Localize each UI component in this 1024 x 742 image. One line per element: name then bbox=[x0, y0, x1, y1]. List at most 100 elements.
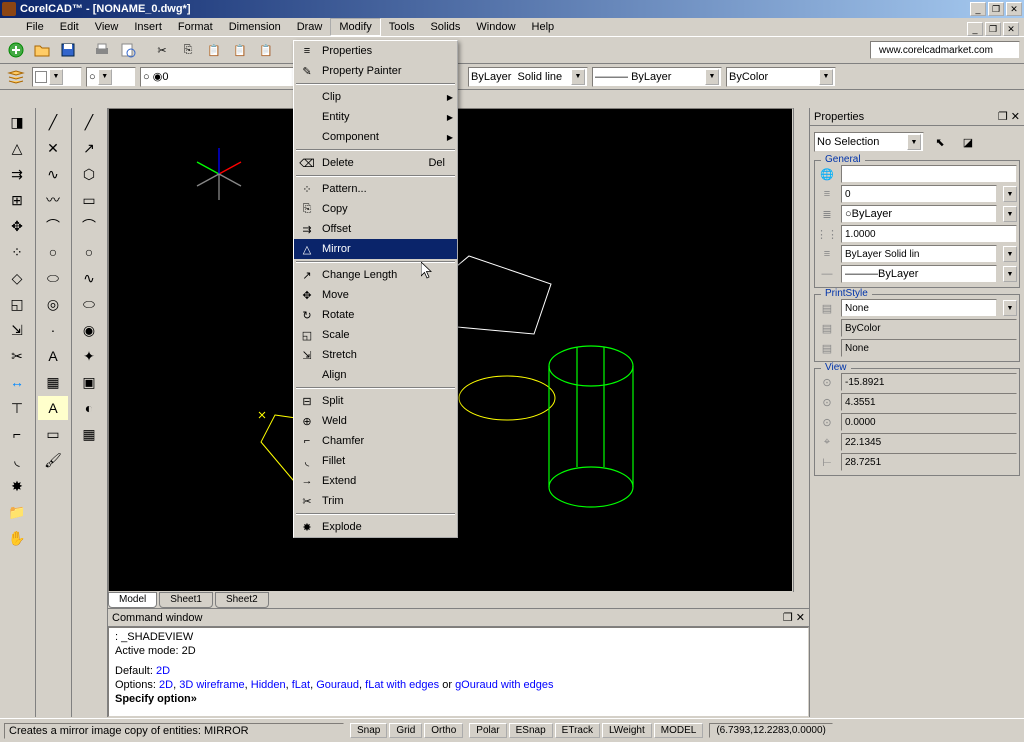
restore-button[interactable]: ❐ bbox=[988, 2, 1004, 16]
pick-button[interactable]: ⬉ bbox=[928, 130, 952, 154]
vertical-scrollbar[interactable] bbox=[793, 108, 809, 592]
line2-tool[interactable]: ╱ bbox=[74, 110, 104, 134]
mtext-tool[interactable]: A bbox=[38, 396, 68, 420]
menu-item-component[interactable]: Component▶ bbox=[294, 127, 457, 147]
chamfer-tool[interactable]: ⌐ bbox=[2, 422, 32, 446]
menu-item-extend[interactable]: →Extend bbox=[294, 471, 457, 491]
point-tool[interactable]: · bbox=[38, 318, 68, 342]
menu-item-trim[interactable]: ✂Trim bbox=[294, 491, 457, 511]
menu-tools[interactable]: Tools bbox=[381, 19, 423, 35]
menu-window[interactable]: Window bbox=[468, 19, 523, 35]
properties-undock-icon[interactable]: ❐ bbox=[998, 110, 1008, 123]
array-tool[interactable]: ⁘ bbox=[2, 240, 32, 264]
new-button[interactable] bbox=[4, 38, 28, 62]
ring-tool[interactable]: ◎ bbox=[38, 292, 68, 316]
extend-tool[interactable]: ↔ bbox=[2, 370, 32, 394]
menu-item-split[interactable]: ⊟Split bbox=[294, 391, 457, 411]
copy-button[interactable]: ⎘ bbox=[176, 38, 200, 62]
command-close-icon[interactable]: ✕ bbox=[796, 611, 805, 624]
linetype-combo-2[interactable]: ——— ByLayer▼ bbox=[592, 67, 722, 87]
menu-dimension[interactable]: Dimension bbox=[221, 19, 289, 35]
url-box[interactable]: www.corelcadmarket.com bbox=[870, 41, 1020, 59]
mirror-tool[interactable]: △ bbox=[2, 136, 32, 160]
properties-close-icon[interactable]: ✕ bbox=[1011, 110, 1020, 123]
minimize-button[interactable]: _ bbox=[970, 2, 986, 16]
layer-field[interactable]: 0 bbox=[841, 185, 997, 203]
rotate-tool[interactable]: ◇ bbox=[2, 266, 32, 290]
ellipse2-tool[interactable]: ⬭ bbox=[74, 292, 104, 316]
stretch-tool[interactable]: ⇲ bbox=[2, 318, 32, 342]
menu-item-delete[interactable]: ⌫DeleteDel bbox=[294, 153, 457, 173]
hand-tool[interactable]: ✋ bbox=[2, 526, 32, 550]
rectangle-tool[interactable]: ▭ bbox=[74, 188, 104, 212]
scale-tool[interactable]: ◱ bbox=[2, 292, 32, 316]
paste-button-3[interactable]: 📋 bbox=[254, 38, 278, 62]
mdi-close-button[interactable]: ✕ bbox=[1003, 22, 1019, 36]
menu-solids[interactable]: Solids bbox=[422, 19, 468, 35]
offset-tool[interactable]: ⇉ bbox=[2, 162, 32, 186]
command-undock-icon[interactable]: ❐ bbox=[783, 611, 793, 624]
folder-tool[interactable]: 📁 bbox=[2, 500, 32, 524]
menu-edit[interactable]: Edit bbox=[52, 19, 87, 35]
model-toggle[interactable]: MODEL bbox=[654, 723, 704, 738]
etrack-toggle[interactable]: ETrack bbox=[555, 723, 600, 738]
menu-draw[interactable]: Draw bbox=[289, 19, 331, 35]
menu-item-chamfer[interactable]: ⌐Chamfer bbox=[294, 431, 457, 451]
arc2-tool[interactable]: ⌒ bbox=[74, 214, 104, 238]
print-button[interactable] bbox=[90, 38, 114, 62]
menu-file[interactable]: File bbox=[18, 19, 52, 35]
xline-tool[interactable]: ✕ bbox=[38, 136, 68, 160]
menu-item-scale[interactable]: ◱Scale bbox=[294, 325, 457, 345]
eraser-tool[interactable]: ◨ bbox=[2, 110, 32, 134]
mdi-minimize-button[interactable]: _ bbox=[967, 22, 983, 36]
tab-model[interactable]: Model bbox=[108, 592, 157, 608]
paste-button-2[interactable]: 📋 bbox=[228, 38, 252, 62]
horizontal-scrollbar[interactable] bbox=[271, 592, 809, 608]
move-tool[interactable]: ✥ bbox=[2, 214, 32, 238]
circle-tool[interactable]: ○ bbox=[38, 240, 68, 264]
spline-tool[interactable]: 〰 bbox=[38, 188, 68, 212]
menu-item-clip[interactable]: Clip▶ bbox=[294, 87, 457, 107]
menu-item-align[interactable]: Align bbox=[294, 365, 457, 385]
hatch-tool[interactable]: ▦ bbox=[38, 370, 68, 394]
menu-item-rotate[interactable]: ↻Rotate bbox=[294, 305, 457, 325]
ps-style-field[interactable]: None bbox=[841, 299, 997, 317]
ortho-toggle[interactable]: Ortho bbox=[424, 723, 463, 738]
open-button[interactable] bbox=[30, 38, 54, 62]
menu-item-mirror[interactable]: △Mirror bbox=[294, 239, 457, 259]
arc-tool[interactable]: ⌒ bbox=[38, 214, 68, 238]
polyline-tool[interactable]: ∿ bbox=[38, 162, 68, 186]
print-preview-button[interactable] bbox=[116, 38, 140, 62]
lineweight-field[interactable]: ByLayer Solid lin bbox=[841, 245, 997, 263]
polygon-tool[interactable]: ⬡ bbox=[74, 162, 104, 186]
tab-sheet2[interactable]: Sheet2 bbox=[215, 592, 269, 608]
menu-item-entity[interactable]: Entity▶ bbox=[294, 107, 457, 127]
menu-insert[interactable]: Insert bbox=[126, 19, 170, 35]
linetype-combo-3[interactable]: ByColor▼ bbox=[726, 67, 836, 87]
color-field[interactable] bbox=[841, 165, 1017, 183]
paste-button[interactable]: 📋 bbox=[202, 38, 226, 62]
linetype-combo-1[interactable]: ByLayer Solid line▼ bbox=[468, 67, 588, 87]
menu-format[interactable]: Format bbox=[170, 19, 221, 35]
hatch2-tool[interactable]: ▦ bbox=[74, 422, 104, 446]
trim-tool[interactable]: ✂ bbox=[2, 344, 32, 368]
cut-button[interactable]: ✂ bbox=[150, 38, 174, 62]
spline2-tool[interactable]: ∿ bbox=[74, 266, 104, 290]
brush-tool[interactable]: 🖌 bbox=[38, 448, 68, 472]
menu-view[interactable]: View bbox=[87, 19, 127, 35]
explode-tool[interactable]: ✸ bbox=[2, 474, 32, 498]
grid-toggle[interactable]: Grid bbox=[389, 723, 422, 738]
donut-tool[interactable]: ◉ bbox=[74, 318, 104, 342]
menu-item-property-painter[interactable]: ✎Property Painter bbox=[294, 61, 457, 81]
linetype-field[interactable]: ○ ByLayer bbox=[841, 205, 997, 223]
polar-toggle[interactable]: Polar bbox=[469, 723, 506, 738]
fillet-tool[interactable]: ◟ bbox=[2, 448, 32, 472]
menu-item-move[interactable]: ✥Move bbox=[294, 285, 457, 305]
layer-manager-button[interactable] bbox=[4, 65, 28, 89]
lineweight-combo[interactable]: ○▼ bbox=[86, 67, 136, 87]
command-body[interactable]: : _SHADEVIEW Active mode: 2D Default: 2D… bbox=[108, 627, 809, 717]
infinite-line-tool[interactable]: ↗ bbox=[74, 136, 104, 160]
filter-button[interactable]: ◪ bbox=[956, 130, 980, 154]
line-color-field[interactable]: ——— ByLayer bbox=[841, 265, 997, 283]
break-tool[interactable]: ⊤ bbox=[2, 396, 32, 420]
